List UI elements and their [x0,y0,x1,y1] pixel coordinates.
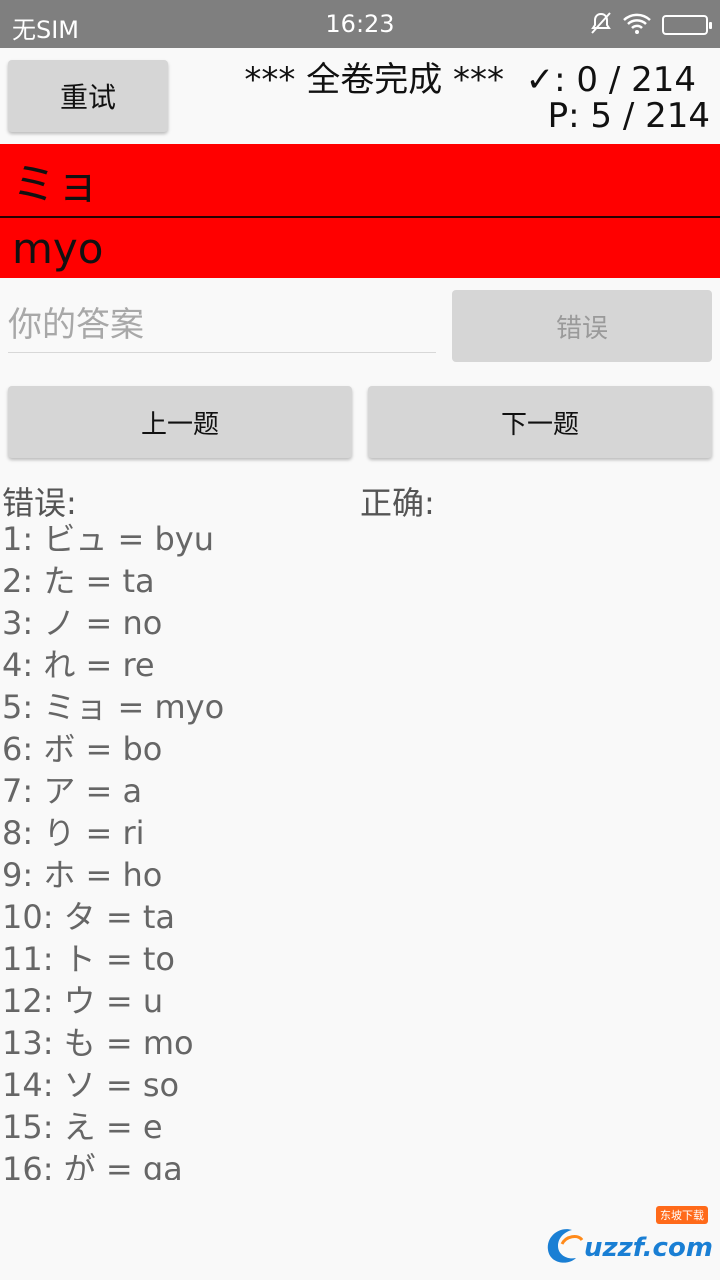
answer-input[interactable] [8,298,436,353]
list-item: 14: ソ = so [2,1066,180,1104]
status-bar: 无SIM 16:23 [0,0,720,48]
previous-question-button[interactable]: 上一题 [8,386,352,458]
list-item: 1: ビュ = byu [2,520,215,558]
list-item: 4: れ = re [2,646,155,684]
list-item: 15: え = e [2,1108,163,1146]
list-item: 2: た = ta [2,562,155,600]
complete-status-text: *** 全卷完成 *** ✓: 0 / 214 [244,52,696,101]
retry-button[interactable]: 重试 [8,60,168,132]
list-item: 3: ノ = no [2,604,163,642]
list-item: 12: ウ = u [2,982,164,1020]
progress-counter: P: 5 / 214 [547,96,710,136]
check-answer-button[interactable]: 错误 [452,290,712,362]
battery-icon [662,15,712,35]
list-item: 16: が = ga [2,1150,183,1180]
list-item: 5: ミョ = myo [2,688,225,726]
status-icons [590,11,712,39]
question-romaji: myo [0,218,720,278]
list-item: 13: も = mo [2,1024,194,1062]
list-item: 7: ア = a [2,772,143,810]
watermark-brand: uzzf.com [584,1233,712,1263]
correct-count: ✓: 0 / 214 [525,60,696,100]
list-item: 8: り = ri [2,814,145,852]
mute-icon [590,11,612,39]
question-kana: ミョ [0,144,720,216]
site-watermark: uzzf.com 东坡下载 [542,1206,712,1268]
next-question-button[interactable]: 下一题 [368,386,712,458]
list-item: 11: ト = to [2,940,175,978]
correct-heading: 正确: [360,484,435,522]
watermark-logo-icon: uzzf.com [547,1229,712,1263]
list-item: 10: タ = ta [2,898,175,936]
wifi-icon [622,11,652,39]
list-item: 6: ボ = bo [2,730,163,768]
wrong-answer-list[interactable]: 1: ビュ = byu 2: た = ta 3: ノ = no 4: れ = r… [2,518,362,1180]
watermark-badge: 东坡下载 [656,1206,708,1224]
complete-label: *** 全卷完成 *** [244,60,505,100]
list-item: 9: ホ = ho [2,856,163,894]
